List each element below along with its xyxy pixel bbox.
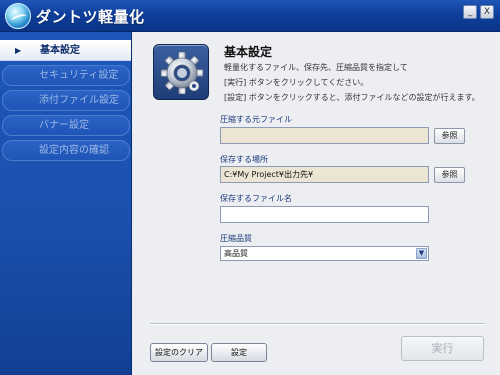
quality-label: 圧縮品質 bbox=[220, 234, 252, 243]
sidebar-item-confirm-settings[interactable]: 設定内容の確認 bbox=[2, 140, 130, 161]
sidebar-item-label: 設定内容の確認 bbox=[39, 145, 109, 156]
save-filename-input[interactable] bbox=[220, 206, 429, 223]
sidebar-item-security-settings[interactable]: セキュリティ設定 bbox=[2, 65, 130, 86]
quality-select[interactable]: 高品質 ▼ bbox=[220, 246, 429, 261]
run-button[interactable]: 実行 bbox=[401, 336, 484, 361]
divider bbox=[150, 323, 485, 325]
close-button[interactable]: X bbox=[480, 5, 494, 19]
title-bar: ダントツ軽量化 _ X bbox=[0, 0, 500, 32]
sidebar: ▶ 基本設定 セキュリティ設定 添付ファイル設定 バナー設定 設定内容の確認 bbox=[0, 32, 132, 375]
app-logo-icon bbox=[5, 3, 31, 29]
minimize-button[interactable]: _ bbox=[463, 5, 477, 19]
chevron-down-icon[interactable]: ▼ bbox=[416, 248, 427, 259]
clear-settings-button[interactable]: 設定のクリア bbox=[150, 343, 208, 362]
save-location-label: 保存する場所 bbox=[220, 155, 268, 164]
browse-save-location-button[interactable]: 参照 bbox=[434, 167, 465, 183]
gear-icon bbox=[153, 44, 209, 100]
browse-source-button[interactable]: 参照 bbox=[434, 128, 465, 144]
source-file-label: 圧縮する元ファイル bbox=[220, 115, 292, 124]
settings-button[interactable]: 設定 bbox=[211, 343, 267, 362]
sidebar-item-label: 添付ファイル設定 bbox=[39, 95, 119, 106]
description-line: 軽量化するファイル、保存先、圧縮品質を指定して bbox=[224, 63, 408, 72]
description-line: [設定] ボタンをクリックすると、添付ファイルなどの設定が行えます。 bbox=[224, 93, 480, 102]
sidebar-item-banner-settings[interactable]: バナー設定 bbox=[2, 115, 130, 136]
page-title: 基本設定 bbox=[224, 45, 273, 59]
save-filename-label: 保存するファイル名 bbox=[220, 194, 292, 203]
sidebar-item-label: バナー設定 bbox=[39, 120, 89, 131]
sidebar-item-basic-settings[interactable]: ▶ 基本設定 bbox=[0, 40, 131, 61]
source-file-field bbox=[220, 127, 429, 144]
sidebar-item-label: 基本設定 bbox=[40, 45, 80, 56]
sidebar-item-attachment-settings[interactable]: 添付ファイル設定 bbox=[2, 90, 130, 111]
app-title: ダントツ軽量化 bbox=[36, 8, 145, 26]
save-location-field: C:¥My Project¥出力先¥ bbox=[220, 166, 429, 183]
sidebar-item-label: セキュリティ設定 bbox=[39, 70, 119, 81]
active-arrow-icon: ▶ bbox=[15, 46, 22, 55]
description-line: [実行] ボタンをクリックしてください。 bbox=[224, 78, 369, 87]
quality-value: 高品質 bbox=[224, 249, 248, 258]
